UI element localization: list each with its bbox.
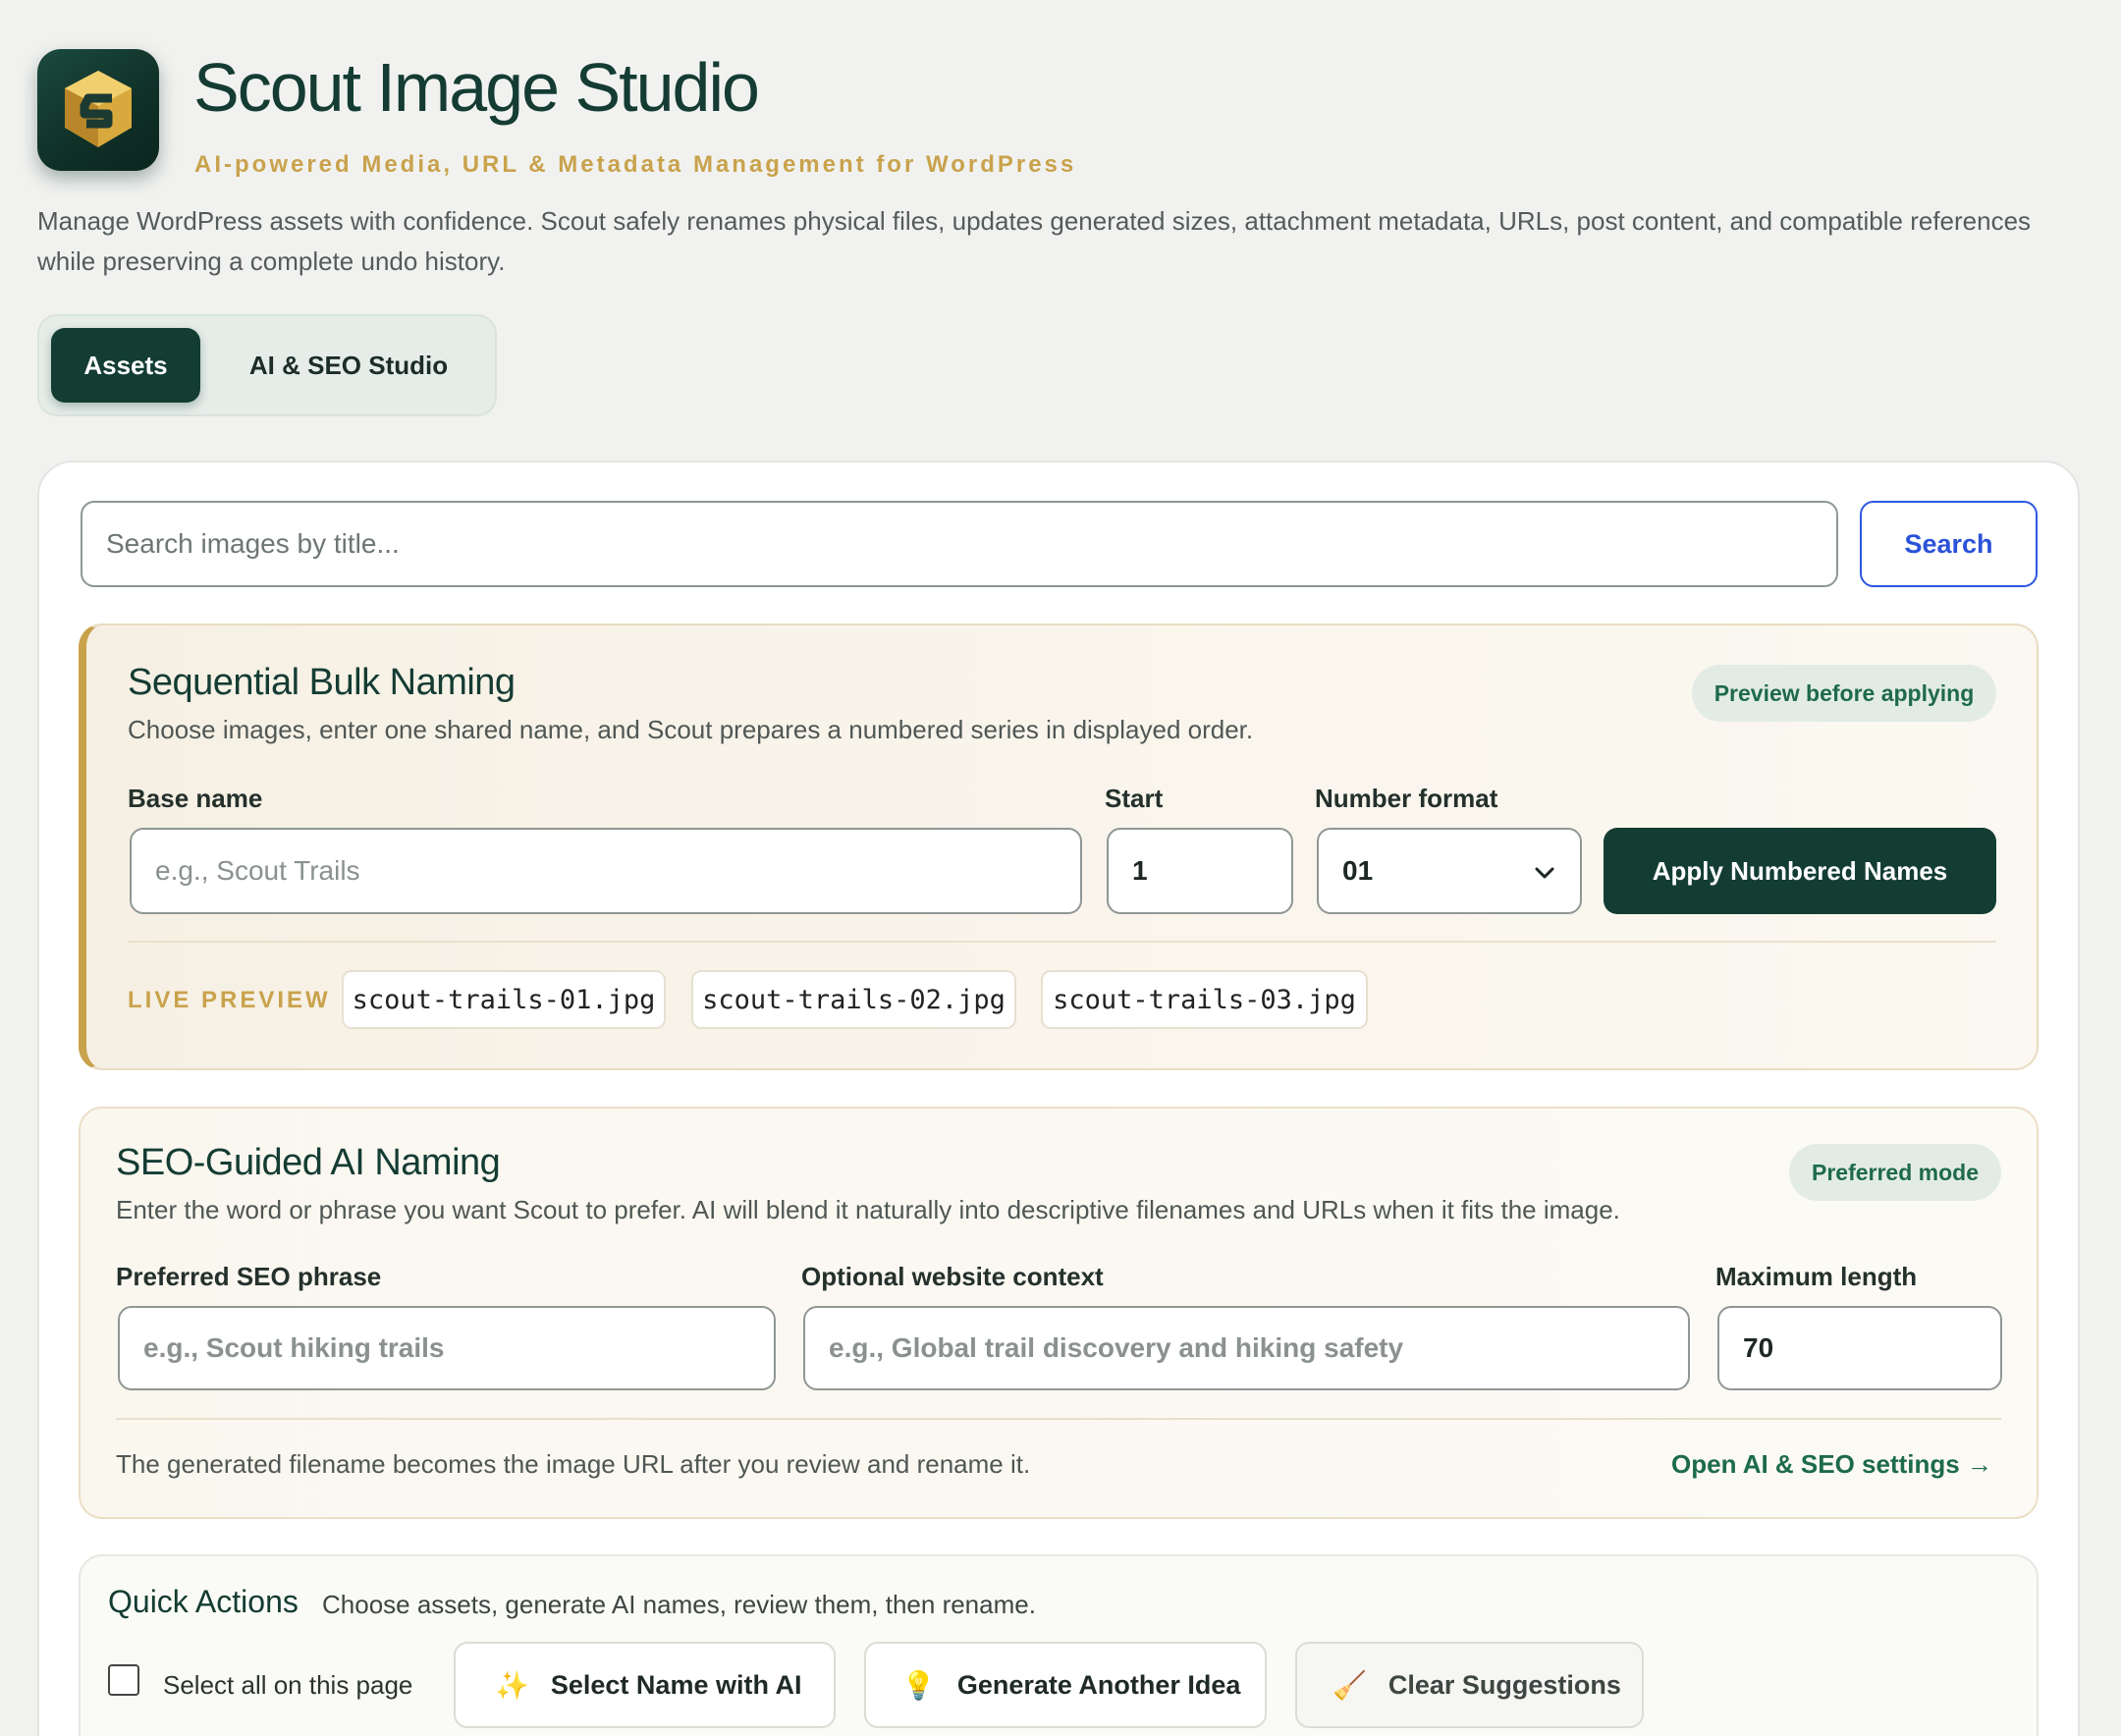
seo-footer-text: The generated filename becomes the image… bbox=[116, 1449, 1031, 1479]
base-name-placeholder: e.g., Scout Trails bbox=[155, 855, 360, 886]
app-description: Manage WordPress assets with confidence.… bbox=[37, 206, 2032, 276]
sequential-panel-subtitle: Choose images, enter one shared name, an… bbox=[128, 715, 1254, 744]
search-button[interactable]: Search bbox=[1860, 501, 2038, 587]
clear-suggestions-button[interactable]: 🧹 Clear Suggestions bbox=[1295, 1642, 1644, 1728]
number-format-value: 01 bbox=[1342, 855, 1374, 886]
website-context-label: Optional website context bbox=[801, 1262, 1104, 1291]
app-tagline: AI-powered Media, URL & Metadata Managem… bbox=[194, 151, 1077, 178]
generate-idea-label: Generate Another Idea bbox=[956, 1669, 1241, 1700]
seo-phrase-label: Preferred SEO phrase bbox=[116, 1262, 382, 1291]
website-context-placeholder: e.g., Global trail discovery and hiking … bbox=[829, 1332, 1404, 1363]
generate-idea-button[interactable]: 💡 Generate Another Idea bbox=[864, 1642, 1267, 1728]
app-logo bbox=[37, 49, 159, 171]
sequential-divider bbox=[128, 941, 1996, 943]
quick-actions-subtitle: Choose assets, generate AI names, review… bbox=[322, 1590, 1036, 1619]
base-name-label: Base name bbox=[128, 784, 263, 813]
lightbulb-icon: 💡 bbox=[901, 1669, 936, 1701]
tab-ai-seo-studio[interactable]: AI & SEO Studio bbox=[220, 328, 477, 403]
max-length-value: 70 bbox=[1743, 1332, 1774, 1363]
number-format-select[interactable]: 01 bbox=[1317, 828, 1582, 914]
start-number-input[interactable]: 1 bbox=[1107, 828, 1293, 914]
seo-phrase-input[interactable]: e.g., Scout hiking trails bbox=[118, 1306, 776, 1390]
quick-actions-title: Quick Actions bbox=[108, 1584, 299, 1619]
preview-chip: scout-trails-01.jpg bbox=[342, 970, 666, 1029]
seo-panel-title: SEO-Guided AI Naming bbox=[116, 1142, 501, 1183]
tab-bar: Assets AI & SEO Studio bbox=[37, 314, 497, 416]
apply-numbered-names-button[interactable]: Apply Numbered Names bbox=[1604, 828, 1996, 914]
clear-suggestions-label: Clear Suggestions bbox=[1387, 1669, 1621, 1700]
seo-divider bbox=[116, 1418, 2001, 1420]
preview-chip: scout-trails-02.jpg bbox=[691, 970, 1016, 1029]
website-context-input[interactable]: e.g., Global trail discovery and hiking … bbox=[803, 1306, 1690, 1390]
select-all-checkbox[interactable] bbox=[108, 1664, 139, 1696]
max-length-input[interactable]: 70 bbox=[1717, 1306, 2002, 1390]
app-title: Scout Image Studio bbox=[193, 49, 760, 126]
preview-chip: scout-trails-03.jpg bbox=[1041, 970, 1368, 1029]
sequential-panel-title: Sequential Bulk Naming bbox=[128, 662, 516, 703]
select-name-ai-button[interactable]: ✨ Select Name with AI bbox=[454, 1642, 836, 1728]
start-label: Start bbox=[1105, 784, 1164, 813]
scout-logo-icon bbox=[65, 71, 132, 147]
select-name-ai-label: Select Name with AI bbox=[550, 1669, 802, 1700]
live-preview-label: LIVE PREVIEW bbox=[128, 987, 331, 1013]
select-all-label: Select all on this page bbox=[163, 1670, 413, 1700]
tab-assets[interactable]: Assets bbox=[51, 328, 200, 403]
chevron-down-icon bbox=[1535, 867, 1554, 879]
preview-badge: Preview before applying bbox=[1692, 665, 1996, 722]
search-input[interactable] bbox=[81, 501, 1838, 587]
base-name-input[interactable]: e.g., Scout Trails bbox=[130, 828, 1082, 914]
number-format-label: Number format bbox=[1315, 784, 1498, 813]
sparkles-icon: ✨ bbox=[495, 1669, 529, 1701]
preferred-mode-badge: Preferred mode bbox=[1789, 1144, 2001, 1201]
max-length-label: Maximum length bbox=[1715, 1262, 1918, 1291]
broom-icon: 🧹 bbox=[1332, 1669, 1367, 1701]
open-settings-link[interactable]: Open AI & SEO settings → bbox=[1671, 1449, 1992, 1480]
seo-panel-subtitle: Enter the word or phrase you want Scout … bbox=[116, 1195, 1620, 1224]
start-value: 1 bbox=[1132, 855, 1148, 886]
seo-phrase-placeholder: e.g., Scout hiking trails bbox=[143, 1332, 445, 1363]
